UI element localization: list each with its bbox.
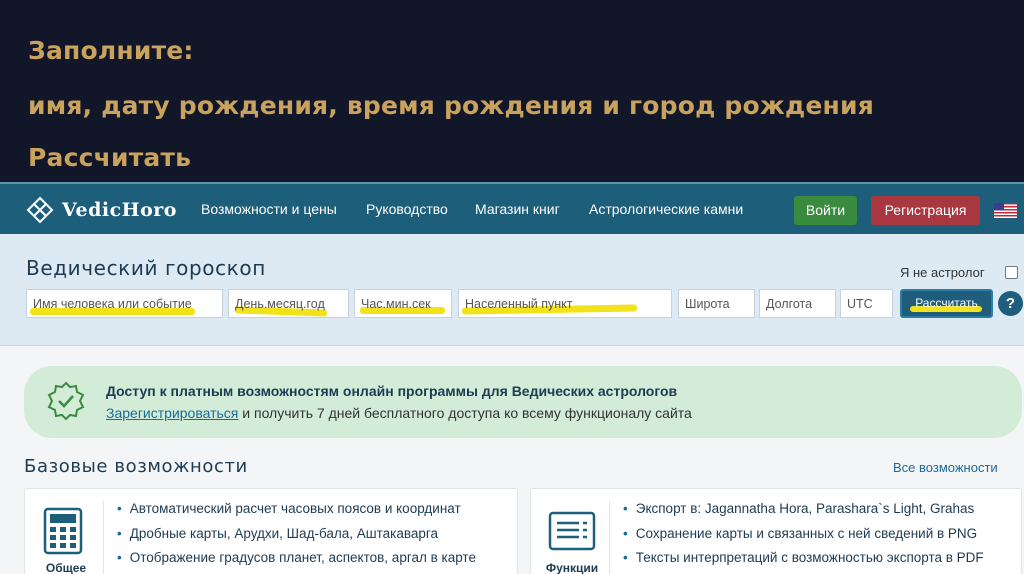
login-button[interactable]: Войти <box>794 196 857 225</box>
feature-item: Сохранение карты и связанных с ней сведе… <box>623 526 977 541</box>
us-flag-icon[interactable] <box>994 203 1017 218</box>
feature-card-general: Общее Автоматический расчет часовых пояс… <box>24 488 518 574</box>
feature-card-functions: Функции Экспорт в: Jagannatha Hora, Para… <box>530 488 1022 574</box>
promo-register-link[interactable]: Зарегистрироваться <box>106 405 238 421</box>
nav-link-gemstones[interactable]: Астрологические камни <box>589 201 743 217</box>
feature-item: Тексты интерпретаций с возможностью эксп… <box>623 550 984 565</box>
latitude-input[interactable]: Широта <box>678 289 755 318</box>
name-placeholder: Имя человека или событие <box>33 297 192 311</box>
logo-text: VedicHoro <box>62 199 177 221</box>
top-navbar: VedicHoro Возможности и цены Руководство… <box>0 182 1024 234</box>
card-caption-functions: Функции <box>545 561 599 574</box>
utc-placeholder: UTC <box>847 297 873 311</box>
form-title: Ведический гороскоп <box>26 256 266 280</box>
feature-item: Автоматический расчет часовых поясов и к… <box>117 501 461 516</box>
promo-banner: Доступ к платным возможностям онлайн про… <box>24 366 1022 438</box>
not-astrologer-label: Я не астролог <box>900 265 985 280</box>
card-divider <box>103 501 104 574</box>
register-button[interactable]: Регистрация <box>871 196 980 225</box>
feature-item: Отображение градусов планет, аспектов, а… <box>117 550 476 565</box>
calculator-icon <box>43 507 83 555</box>
slide-instruction-title: Заполните: <box>28 36 194 65</box>
slide-instruction-action: Рассчитать <box>28 143 192 172</box>
calculate-button[interactable]: Рассчитать <box>900 289 993 318</box>
not-astrologer-checkbox[interactable] <box>1005 266 1018 279</box>
diamond-logo-icon <box>26 196 54 224</box>
time-placeholder: Час.мин.сек <box>361 297 431 311</box>
slide-header: Заполните: имя, дату рождения, время рож… <box>0 0 1024 182</box>
all-features-link[interactable]: Все возможности <box>893 460 998 475</box>
promo-title: Доступ к платным возможностям онлайн про… <box>106 383 678 399</box>
nav-link-bookstore[interactable]: Магазин книг <box>475 201 560 217</box>
document-list-icon <box>548 511 596 551</box>
horoscope-form-panel: Ведический гороскоп Я не астролог Имя че… <box>0 234 1024 346</box>
calculate-button-label: Рассчитать <box>915 296 978 310</box>
help-button[interactable]: ? <box>998 291 1023 316</box>
card-divider <box>609 501 610 574</box>
longitude-placeholder: Долгота <box>766 297 813 311</box>
nav-link-features-pricing[interactable]: Возможности и цены <box>201 201 337 217</box>
feature-item: Экспорт в: Jagannatha Hora, Parashara`s … <box>623 501 975 516</box>
website-screenshot: VedicHoro Возможности и цены Руководство… <box>0 182 1024 574</box>
promo-text: Зарегистрироваться и получить 7 дней бес… <box>106 405 692 421</box>
latitude-placeholder: Широта <box>685 297 730 311</box>
date-placeholder: День.месяц.год <box>235 297 325 311</box>
place-placeholder: Населенный пункт <box>465 297 573 311</box>
promo-text-rest: и получить 7 дней бесплатного доступа ко… <box>238 405 692 421</box>
verified-badge-icon <box>47 381 85 421</box>
features-section-title: Базовые возможности <box>24 456 248 477</box>
feature-item: Дробные карты, Арудхи, Шад-бала, Аштакав… <box>117 526 438 541</box>
site-logo[interactable]: VedicHoro <box>26 196 177 224</box>
slide-instruction-fields: имя, дату рождения, время рождения и гор… <box>28 91 874 120</box>
longitude-input[interactable]: Долгота <box>759 289 836 318</box>
nav-link-guide[interactable]: Руководство <box>366 201 448 217</box>
card-caption-general: Общее <box>45 561 87 574</box>
utc-input[interactable]: UTC <box>840 289 893 318</box>
